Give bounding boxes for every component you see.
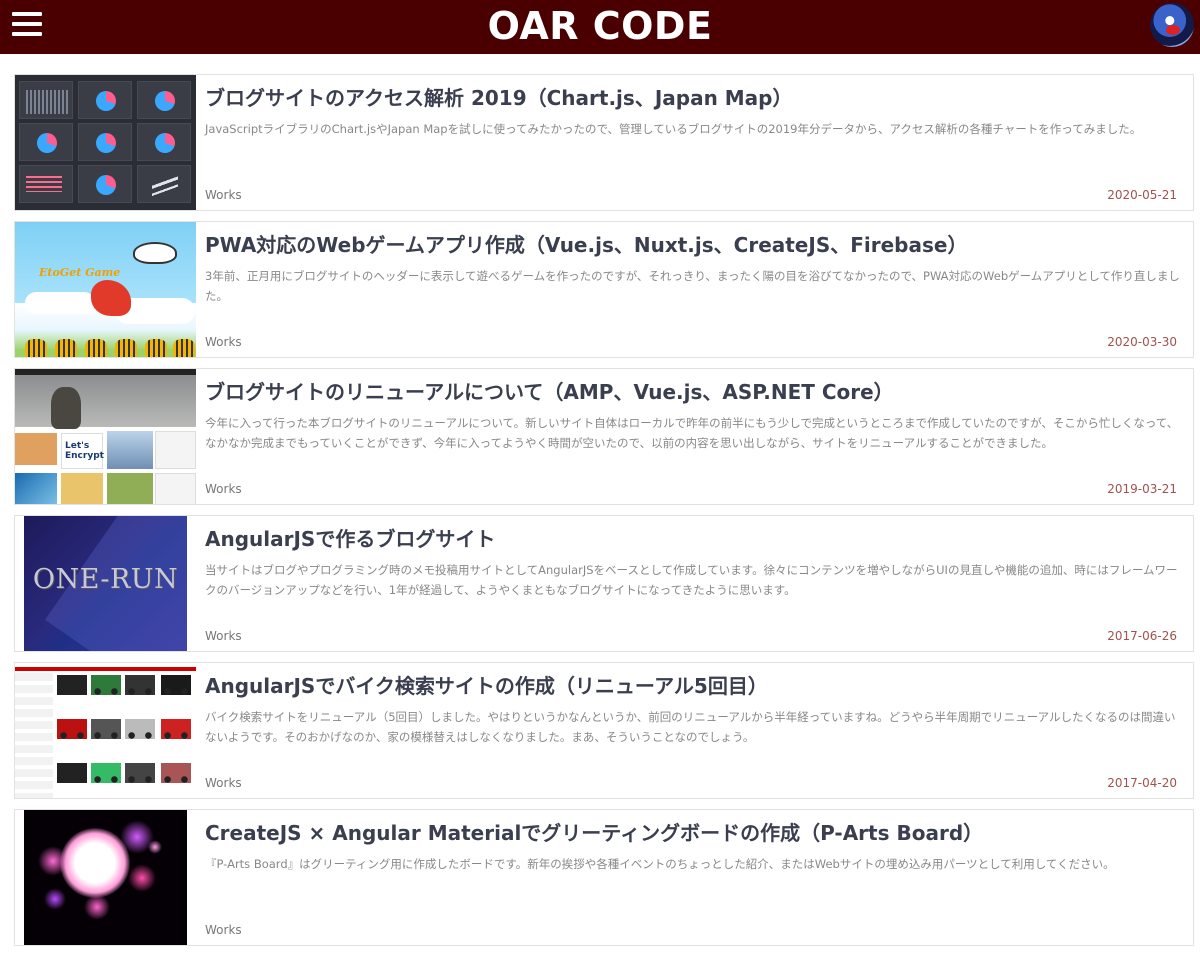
post-category[interactable]: Works [205,923,242,937]
post-thumbnail-blog-renewal[interactable]: Let's Encrypt [15,369,196,504]
post-title[interactable]: CreateJS × Angular Materialでグリーティングボードの作… [205,820,1185,846]
post-thumbnail-analytics[interactable] [15,75,196,210]
post-date: 2020-03-30 [1107,335,1177,349]
letsencrypt-tile: Let's Encrypt [61,433,104,469]
post-card[interactable]: AngularJSでバイク検索サイトの作成（リニューアル5回目） バイク検索サイ… [14,662,1194,799]
post-category[interactable]: Works [205,335,242,349]
post-thumbnail-bike-search[interactable] [15,663,196,798]
post-date: 2017-06-26 [1107,629,1177,643]
post-title[interactable]: PWA対応のWebゲームアプリ作成（Vue.js、Nuxt.js、CreateJ… [205,232,1185,258]
post-thumbnail-p-arts-board[interactable] [15,810,196,945]
post-description: バイク検索サイトをリニューアル（5回目）しました。やはりというかなんというか、前… [205,710,1176,744]
post-title[interactable]: AngularJSで作るブログサイト [205,526,1185,552]
post-card[interactable]: EtoGet Game PWA対応のWebゲームアプリ作成（Vue.js、Nux… [14,221,1194,358]
post-category[interactable]: Works [205,482,242,496]
post-title[interactable]: ブログサイトのリニューアルについて（AMP、Vue.js、ASP.NET Cor… [205,379,1185,405]
thumbnail-logo: EtoGet Game [39,266,121,279]
post-category[interactable]: Works [205,776,242,790]
post-card[interactable]: ブログサイトのアクセス解析 2019（Chart.js、Japan Map） J… [14,74,1194,211]
post-description: 『P-Arts Board』はグリーティング用に作成したボードです。新年の挨拶や… [205,857,1115,871]
post-card[interactable]: Let's Encrypt ブログサイトのリニューアルについて（AMP、Vue.… [14,368,1194,505]
post-card[interactable]: ONE-RUN AngularJSで作るブログサイト 当サイトはブログやプログラ… [14,515,1194,652]
post-title[interactable]: ブログサイトのアクセス解析 2019（Chart.js、Japan Map） [205,85,1185,111]
post-description: JavaScriptライブラリのChart.jsやJapan Mapを試しに使っ… [205,122,1142,136]
post-date: 2020-05-21 [1107,188,1177,202]
post-date: 2019-03-21 [1107,482,1177,496]
post-category[interactable]: Works [205,188,242,202]
post-description: 3年前、正月用にブログサイトのヘッダーに表示して遊べるゲームを作ったのですが、そ… [205,269,1180,303]
post-thumbnail-game[interactable]: EtoGet Game [15,222,196,357]
post-list: ブログサイトのアクセス解析 2019（Chart.js、Japan Map） J… [14,74,1194,956]
post-description: 今年に入って行った本ブログサイトのリニューアルについて。新しいサイト自体はローカ… [205,416,1179,450]
post-card[interactable]: CreateJS × Angular Materialでグリーティングボードの作… [14,809,1194,946]
post-thumbnail-one-run[interactable]: ONE-RUN [15,516,196,651]
post-category[interactable]: Works [205,629,242,643]
app-header: OAR CODE [0,0,1200,54]
post-description: 当サイトはブログやプログラミング時のメモ投稿用サイトとしてAngularJSをベ… [205,563,1178,597]
user-avatar[interactable] [1150,3,1194,47]
post-date: 2017-04-20 [1107,776,1177,790]
thumbnail-logo: ONE-RUN [32,564,179,595]
site-title[interactable]: OAR CODE [0,2,1200,50]
post-title[interactable]: AngularJSでバイク検索サイトの作成（リニューアル5回目） [205,673,1185,699]
